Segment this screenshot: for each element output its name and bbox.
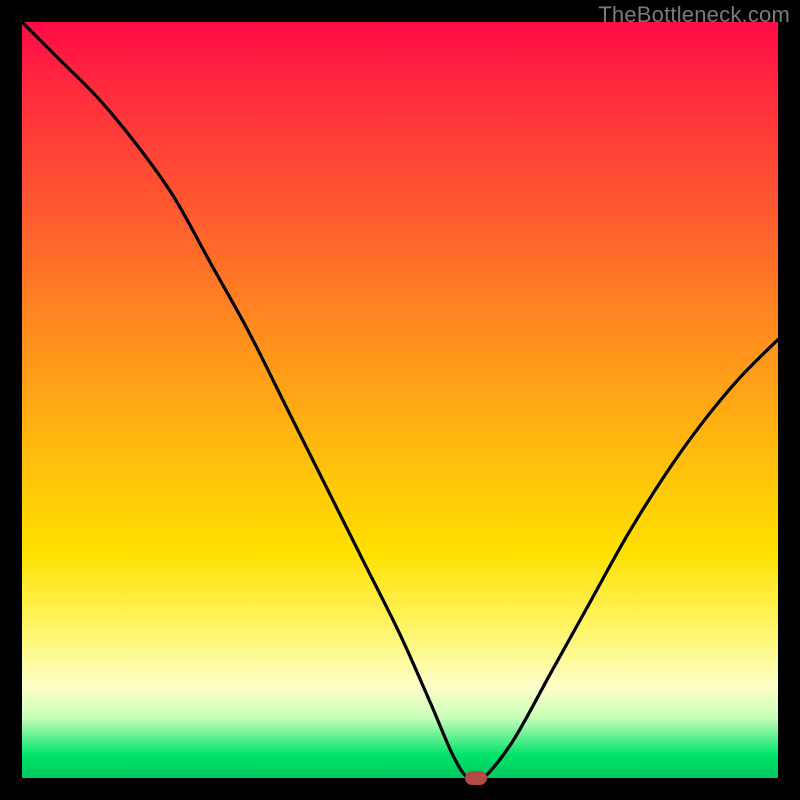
chart-frame: TheBottleneck.com: [0, 0, 800, 800]
optimum-marker: [465, 771, 487, 785]
plot-area: [22, 22, 778, 778]
bottleneck-curve: [22, 22, 778, 778]
